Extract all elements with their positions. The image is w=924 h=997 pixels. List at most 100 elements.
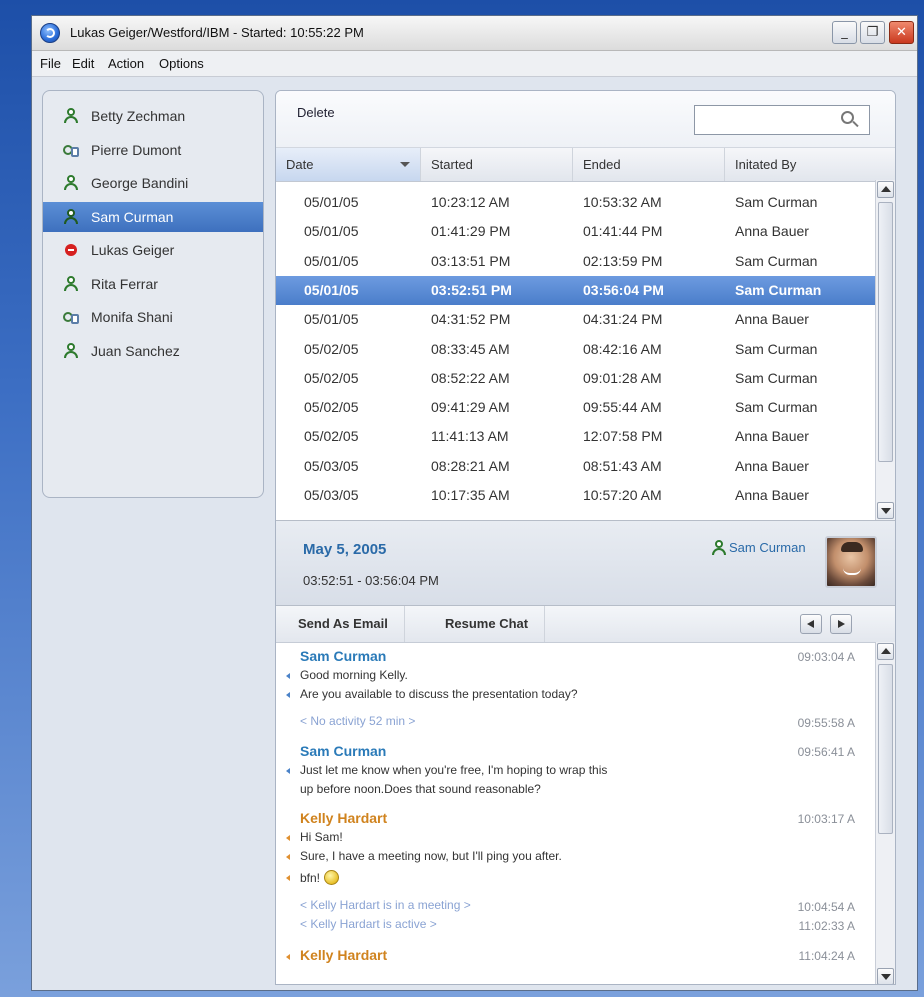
person-icon — [63, 275, 79, 292]
contact-name: Rita Ferrar — [91, 275, 158, 292]
scroll-down-button[interactable] — [877, 502, 894, 519]
table-row[interactable]: 05/02/05 08:33:45 AM 08:42:16 AM Sam Curman — [276, 335, 875, 364]
table-cell: 05/03/05 — [304, 487, 359, 503]
table-row[interactable]: 05/01/05 03:13:51 PM 02:13:59 PM Sam Curman — [276, 247, 875, 276]
table-row[interactable]: 05/02/05 08:52:22 AM 09:01:28 AM Sam Curman — [276, 364, 875, 393]
contact-name: Pierre Dumont — [91, 141, 182, 158]
chat-sender: Kelly Hardart — [300, 810, 387, 826]
minimize-button[interactable]: _ — [832, 21, 857, 44]
contact-item[interactable]: Sam Curman — [43, 201, 263, 232]
detail-user-link[interactable]: Sam Curman — [711, 540, 806, 555]
table-row[interactable]: 05/02/05 11:41:13 AM 12:07:58 PM Anna Bauer — [276, 422, 875, 451]
contact-item[interactable]: Lukas Geiger — [43, 235, 263, 265]
chat-scroll-up-button[interactable] — [877, 643, 894, 660]
history-toolbar: Delete — [276, 91, 895, 147]
table-row[interactable]: 05/01/05 03:52:51 PM 03:56:04 PM Sam Curman — [276, 275, 875, 305]
contact-name: George Bandini — [91, 175, 189, 191]
sametime-logo-icon — [40, 23, 60, 43]
table-cell: 05/01/05 — [304, 223, 359, 240]
scroll-thumb[interactable] — [878, 202, 893, 462]
chat-timestamp: 11:04:24 A — [798, 949, 856, 963]
history-table: 05/01/05 10:23:12 AM 10:53:32 AM Sam Curman… — [276, 180, 875, 520]
chat-transcript: Sam Curman 09:03:04 A Good morning Kelly. A… — [276, 642, 875, 984]
delete-button[interactable]: Delete — [297, 105, 335, 120]
previous-icon[interactable] — [800, 614, 822, 634]
chat-toolbar: Send As Email Resume Chat — [276, 605, 895, 643]
conversation-detail: May 5, 2005 03:52:51 - 03:56:04 PM Sam C… — [276, 520, 895, 606]
table-row[interactable]: 05/03/05 08:28:21 AM 08:51:43 AM Anna Bauer — [276, 452, 875, 481]
column-started[interactable]: Started — [421, 148, 573, 181]
table-cell: 08:33:45 AM — [431, 340, 510, 357]
menu-action[interactable]: Action — [108, 56, 144, 71]
chat-text: Good morning Kelly. — [300, 668, 408, 682]
contact-item[interactable]: George Bandini — [43, 168, 263, 198]
chat-scrollbar[interactable] — [875, 642, 895, 984]
table-cell: 08:42:16 AM — [583, 340, 662, 357]
close-button[interactable]: ✕ — [889, 21, 914, 44]
chat-text: Hi Sam! — [300, 830, 343, 844]
table-cell: 05/03/05 — [304, 457, 359, 474]
contact-name: Lukas Geiger — [91, 242, 175, 258]
table-cell: 03:56:04 PM — [583, 281, 664, 298]
table-cell: 10:57:20 AM — [583, 487, 662, 503]
menu-options[interactable]: Options — [159, 56, 204, 71]
table-cell: Sam Curman — [735, 340, 818, 357]
scroll-up-button[interactable] — [877, 181, 894, 198]
smiley-icon — [324, 870, 340, 885]
contact-item[interactable]: Monifa Shani — [43, 302, 263, 332]
contact-item[interactable]: Rita Ferrar — [43, 269, 263, 299]
table-cell: 05/02/05 — [304, 369, 359, 386]
search-input[interactable] — [694, 105, 870, 135]
search-icon[interactable] — [841, 111, 859, 129]
restore-button[interactable]: ❐ — [860, 21, 885, 44]
chat-timestamp: 10:04:54 A — [797, 900, 855, 914]
table-cell: 10:53:32 AM — [583, 194, 662, 210]
chat-message: bfn! — [300, 870, 340, 885]
chat-timestamp: 11:02:33 A — [798, 919, 856, 933]
chat-timestamp: 09:56:41 A — [797, 745, 855, 759]
table-cell: 10:17:35 AM — [431, 487, 510, 503]
contact-item[interactable]: Pierre Dumont — [43, 135, 263, 165]
chat-status: < No activity 52 min > — [300, 714, 415, 728]
history-scrollbar[interactable] — [875, 180, 895, 520]
menu-file[interactable]: File — [40, 56, 61, 71]
table-cell: 09:55:44 AM — [583, 399, 662, 416]
table-row[interactable]: 05/03/05 10:17:35 AM 10:57:20 AM Anna Bauer — [276, 481, 875, 510]
table-cell: 05/01/05 — [304, 281, 359, 298]
table-cell: 08:52:22 AM — [431, 369, 510, 386]
contact-name: Juan Sanchez — [91, 342, 180, 359]
resume-chat-button[interactable]: Resume Chat — [429, 606, 546, 642]
chat-text: < Kelly Hardart is in a meeting > — [300, 898, 471, 912]
table-cell: 05/02/05 — [304, 340, 359, 357]
column-initiated-by[interactable]: Initated By — [725, 148, 895, 181]
chat-text: Sure, I have a meeting now, but I'll pin… — [300, 849, 562, 863]
busy-icon — [63, 242, 79, 258]
person-icon — [63, 108, 79, 124]
chat-timestamp: 09:03:04 A — [797, 650, 855, 664]
chat-text: Kelly Hardart — [300, 947, 388, 963]
table-row[interactable]: 05/01/05 10:23:12 AM 10:53:32 AM Sam Curman — [276, 188, 875, 217]
table-cell: Sam Curman — [735, 252, 818, 269]
person-icon — [63, 208, 79, 225]
column-date[interactable]: Date — [276, 148, 421, 181]
column-ended[interactable]: Ended — [573, 148, 725, 181]
chat-status: < Kelly Hardart is active > — [300, 917, 437, 931]
chat-status: < Kelly Hardart is in a meeting > — [300, 898, 471, 912]
chat-scroll-thumb[interactable] — [878, 664, 893, 834]
avatar — [825, 536, 877, 588]
table-row[interactable]: 05/02/05 09:41:29 AM 09:55:44 AM Sam Curman — [276, 393, 875, 422]
table-row[interactable]: 05/01/05 01:41:29 PM 01:41:44 PM Anna Bauer — [276, 217, 875, 246]
contact-item[interactable]: Betty Zechman — [43, 101, 263, 131]
menu-edit[interactable]: Edit — [72, 56, 94, 71]
title-bar[interactable]: Lukas Geiger/Westford/IBM - Started: 10:… — [32, 16, 917, 51]
chat-scroll-down-button[interactable] — [877, 968, 894, 984]
table-cell: 02:13:59 PM — [583, 252, 663, 269]
chat-text: Kelly Hardart — [300, 810, 388, 826]
next-icon[interactable] — [830, 614, 852, 634]
table-cell: 03:52:51 PM — [431, 281, 512, 298]
send-as-email-button[interactable]: Send As Email — [282, 606, 405, 642]
message-bullet-icon — [286, 673, 290, 679]
chat-text: < No activity 52 min > — [300, 714, 416, 728]
contact-item[interactable]: Juan Sanchez — [43, 336, 263, 366]
table-row[interactable]: 05/01/05 04:31:52 PM 04:31:24 PM Anna Bauer — [276, 305, 875, 334]
